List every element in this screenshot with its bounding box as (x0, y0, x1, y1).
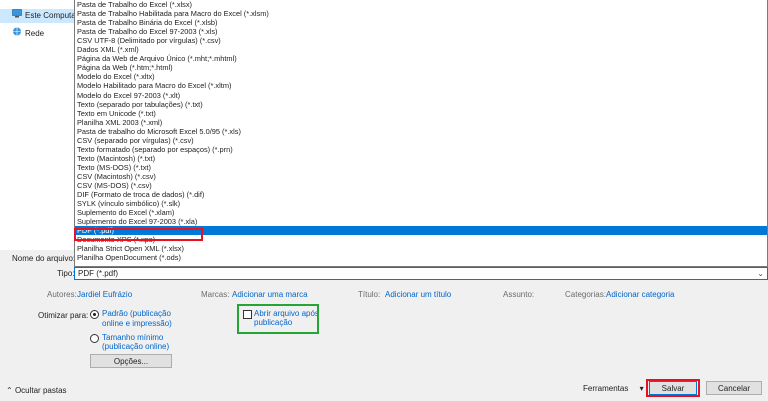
caret-down-icon: ▾ (639, 384, 644, 393)
file-type-option[interactable]: Modelo do Excel (*.xltx) (77, 72, 155, 81)
categories-label: Categorias: (565, 290, 606, 299)
chevron-up-icon: ⌃ (6, 386, 13, 395)
file-type-option[interactable]: Texto (separado por tabulações) (*.txt) (77, 100, 203, 109)
file-type-option[interactable]: Pasta de Trabalho Habilitada para Macro … (77, 9, 269, 18)
file-type-option[interactable]: Pasta de Trabalho Binária do Excel (*.xl… (77, 18, 218, 27)
hide-folders-toggle[interactable]: ⌃ Ocultar pastas (6, 386, 67, 395)
file-type-option[interactable]: Texto (MS-DOS) (*.txt) (77, 163, 151, 172)
file-type-option[interactable]: Dados XML (*.xml) (77, 45, 139, 54)
optimize-label: Otimizar para: (38, 311, 89, 320)
file-type-option[interactable]: Texto em Unicode (*.txt) (77, 109, 156, 118)
tags-value[interactable]: Adicionar uma marca (232, 290, 308, 299)
file-type-option[interactable]: Texto formatado (separado por espaços) (… (77, 145, 233, 154)
hide-folders-label: Ocultar pastas (14, 386, 67, 395)
type-select[interactable]: PDF (*.pdf) ⌄ (74, 267, 768, 280)
subject-label: Assunto: (503, 290, 535, 299)
file-type-option[interactable]: CSV (Macintosh) (*.csv) (77, 172, 156, 181)
optimize-standard-label-1[interactable]: Padrão (publicação (102, 309, 171, 318)
title-label: Título: (358, 290, 381, 299)
tools-menu[interactable]: Ferramentas ▾ (583, 384, 644, 393)
optimize-standard-radio[interactable] (90, 310, 99, 319)
categories-value[interactable]: Adicionar categoria (606, 290, 674, 299)
chevron-down-icon: ⌄ (757, 269, 764, 278)
optimize-minimum-label-2[interactable]: (publicação online) (102, 342, 169, 351)
nav-item-this-pc[interactable]: Este Computador (0, 9, 87, 23)
optimize-minimum-radio[interactable] (90, 334, 99, 343)
type-select-value: PDF (*.pdf) (78, 269, 119, 278)
authors-value[interactable]: Jardiel Eufrázio (77, 290, 132, 299)
optimize-minimum-label-1[interactable]: Tamanho mínimo (102, 333, 163, 342)
file-type-option[interactable]: CSV (separado por vírgulas) (*.csv) (77, 136, 194, 145)
type-label: Tipo: (57, 269, 75, 278)
file-type-option[interactable]: Página da Web de Arquivo Único (*.mht;*.… (77, 54, 237, 63)
file-type-option[interactable]: Planilha Strict Open XML (*.xlsx) (77, 244, 184, 253)
computer-icon (12, 9, 22, 23)
file-type-option[interactable]: CSV UTF-8 (Delimitado por vírgulas) (*.c… (77, 36, 221, 45)
cancel-button[interactable]: Cancelar (706, 381, 762, 395)
file-type-option[interactable]: Pasta de Trabalho do Excel (*.xlsx) (77, 0, 192, 9)
file-type-option[interactable]: Página da Web (*.htm;*.html) (77, 63, 173, 72)
filename-label: Nome do arquivo: (12, 254, 76, 263)
network-icon (12, 27, 22, 41)
file-type-option[interactable]: Suplemento do Excel 97-2003 (*.xla) (77, 217, 197, 226)
optimize-standard-label-2[interactable]: online e impressão) (102, 319, 172, 328)
tools-label: Ferramentas (583, 384, 629, 393)
nav-item-label: Rede (25, 29, 45, 39)
title-value[interactable]: Adicionar um título (385, 290, 451, 299)
tags-label: Marcas: (201, 290, 230, 299)
navigation-pane: Este Computador Rede (0, 0, 87, 250)
file-type-option[interactable]: Modelo Habilitado para Macro do Excel (*… (77, 81, 231, 90)
file-type-option[interactable]: CSV (MS-DOS) (*.csv) (77, 181, 152, 190)
file-type-dropdown-list[interactable]: Pasta de Trabalho do Excel (*.xlsx) Pasta… (74, 0, 768, 267)
file-type-option[interactable]: Planilha XML 2003 (*.xml) (77, 118, 162, 127)
open-after-highlight-box (237, 304, 319, 334)
file-type-option[interactable]: Modelo do Excel 97-2003 (*.xlt) (77, 91, 180, 100)
file-type-option[interactable]: Suplemento do Excel (*.xlam) (77, 208, 174, 217)
save-highlight-box (646, 379, 700, 397)
options-button[interactable]: Opções... (90, 354, 172, 368)
authors-label: Autores: (47, 290, 77, 299)
file-type-option[interactable]: SYLK (vínculo simbólico) (*.slk) (77, 199, 180, 208)
file-type-option[interactable]: Pasta de trabalho do Microsoft Excel 5.0… (77, 127, 241, 136)
pdf-highlight-box (74, 228, 203, 241)
file-type-option[interactable]: Texto (Macintosh) (*.txt) (77, 154, 155, 163)
nav-item-network[interactable]: Rede (12, 27, 44, 41)
file-type-option[interactable]: Planilha OpenDocument (*.ods) (77, 253, 181, 262)
file-type-option[interactable]: Pasta de Trabalho do Excel 97-2003 (*.xl… (77, 27, 218, 36)
file-type-option[interactable]: DIF (Formato de troca de dados) (*.dif) (77, 190, 204, 199)
